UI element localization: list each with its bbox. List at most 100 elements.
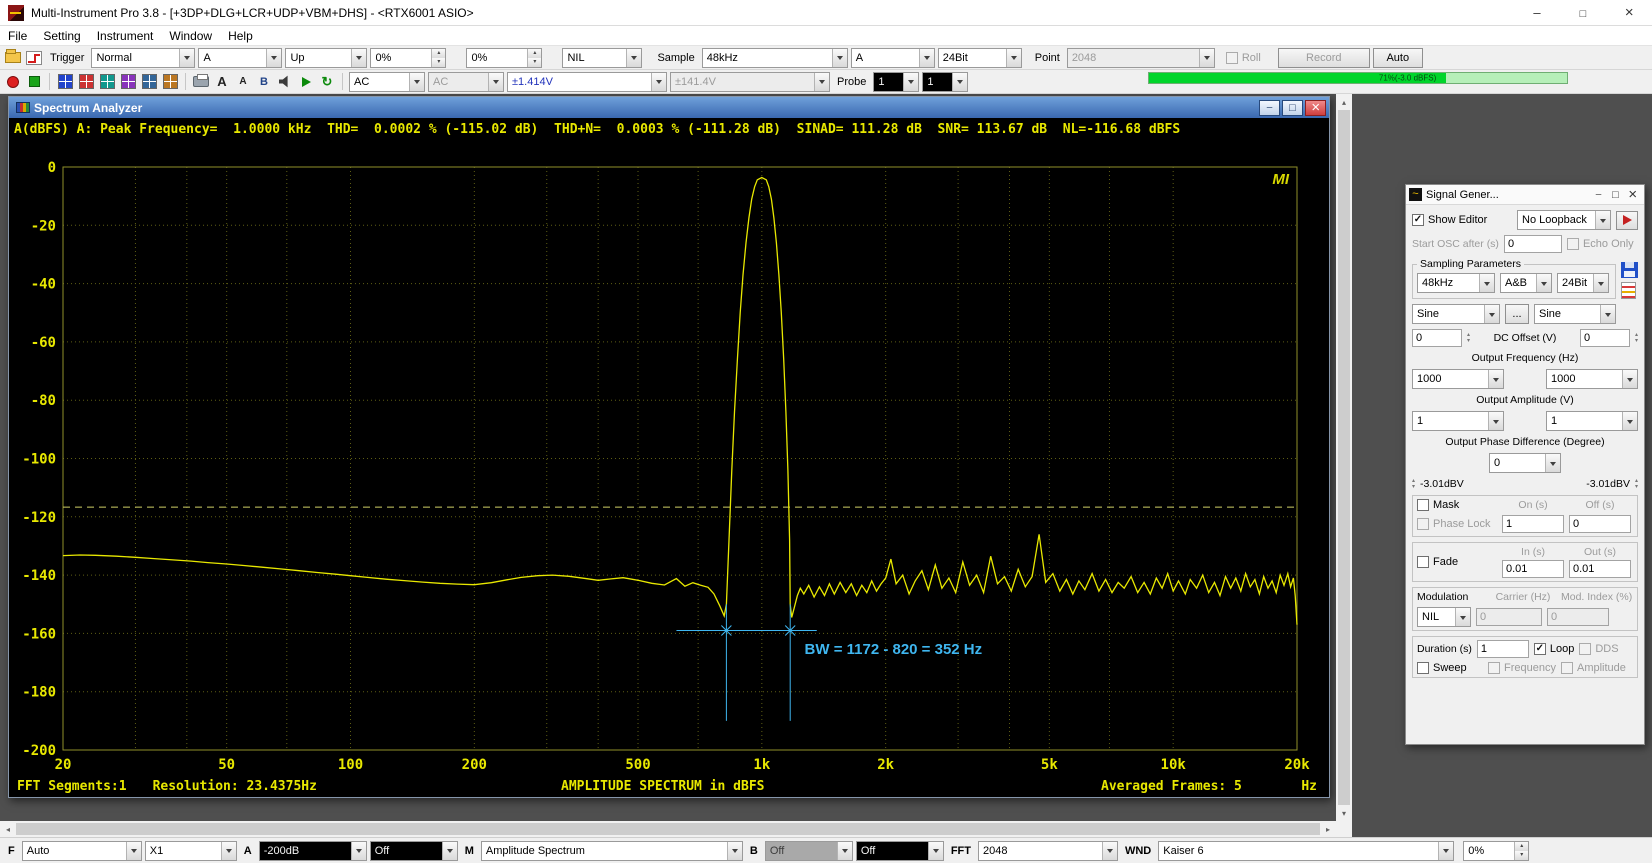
trigger-edge-select[interactable]: Up bbox=[285, 48, 367, 68]
record-points-select[interactable]: 2048 bbox=[1067, 48, 1215, 68]
derived-data-icon[interactable] bbox=[161, 73, 179, 91]
record-icon[interactable] bbox=[4, 73, 22, 91]
spin-up-icon[interactable] bbox=[528, 49, 541, 58]
b-extra-select[interactable]: Off bbox=[856, 841, 944, 861]
carrier-input[interactable] bbox=[1476, 608, 1542, 626]
waveform-a-select[interactable]: Sine bbox=[1412, 304, 1500, 324]
show-editor-checkbox[interactable]: Show Editor bbox=[1412, 214, 1487, 226]
coupling-b-select[interactable]: AC bbox=[428, 72, 504, 92]
oscilloscope-icon[interactable] bbox=[77, 73, 95, 91]
loopback-icon[interactable]: ↻ bbox=[318, 73, 336, 91]
signal-generator-titlebar[interactable]: ~ Signal Gener... bbox=[1406, 185, 1644, 205]
spectrum-plot[interactable]: 0-20-40-60-80-100-120-140-160-180-200205… bbox=[9, 140, 1329, 775]
close-button[interactable] bbox=[1305, 100, 1326, 116]
probe-a-select[interactable]: 1 bbox=[873, 72, 919, 92]
scrollbar-thumb[interactable] bbox=[1338, 110, 1350, 805]
a-range-select[interactable]: -200dB bbox=[259, 841, 367, 861]
label-icon[interactable]: B bbox=[255, 73, 273, 91]
start-osc-input[interactable] bbox=[1504, 235, 1562, 253]
fade-in-input[interactable] bbox=[1502, 560, 1564, 578]
spin-down-icon[interactable] bbox=[1515, 851, 1528, 860]
print-icon[interactable] bbox=[192, 73, 210, 91]
trigger-mode-select[interactable]: Normal bbox=[91, 48, 195, 68]
multimeter-icon[interactable] bbox=[56, 73, 74, 91]
fade-out-input[interactable] bbox=[1569, 560, 1631, 578]
mask-off-input[interactable] bbox=[1569, 515, 1631, 533]
scroll-left-icon[interactable]: ◂ bbox=[0, 821, 16, 837]
spin-down-icon[interactable] bbox=[528, 58, 541, 67]
scrollbar-thumb[interactable] bbox=[16, 823, 1320, 835]
gen-channel-select[interactable]: A&B bbox=[1500, 273, 1552, 293]
sound-icon[interactable] bbox=[276, 73, 294, 91]
auto-button[interactable]: Auto bbox=[1373, 48, 1423, 68]
scroll-down-icon[interactable]: ▾ bbox=[1336, 805, 1352, 821]
scroll-up-icon[interactable]: ▴ bbox=[1336, 94, 1352, 110]
waveform-b-select[interactable]: Sine bbox=[1534, 304, 1616, 324]
dc-offset-b-input[interactable] bbox=[1580, 329, 1630, 347]
trigger-source-select[interactable]: A bbox=[198, 48, 282, 68]
hot-panel-icon[interactable] bbox=[1621, 282, 1636, 299]
phase-select[interactable]: 0 bbox=[1489, 453, 1561, 473]
frequency-axis-select[interactable]: Auto bbox=[22, 841, 142, 861]
duration-input[interactable] bbox=[1477, 640, 1529, 658]
sweep-checkbox[interactable]: Sweep bbox=[1417, 662, 1483, 674]
trigger-level-spinner[interactable]: 0% bbox=[370, 48, 446, 68]
minimize-button[interactable] bbox=[1514, 0, 1560, 25]
range-a-select[interactable]: ±1.414V bbox=[507, 72, 667, 92]
mask-on-input[interactable] bbox=[1502, 515, 1564, 533]
dc-offset-a-spinner[interactable] bbox=[1467, 332, 1470, 344]
display-mode-select[interactable]: Amplitude Spectrum bbox=[481, 841, 743, 861]
close-button[interactable] bbox=[1606, 0, 1652, 25]
coupling-a-select[interactable]: AC bbox=[349, 72, 425, 92]
zoom-select[interactable]: X1 bbox=[145, 841, 237, 861]
dc-offset-a-input[interactable] bbox=[1412, 329, 1462, 347]
fft-size-select[interactable]: 2048 bbox=[978, 841, 1118, 861]
a-extra-select[interactable]: Off bbox=[370, 841, 458, 861]
loop-checkbox[interactable]: Loop bbox=[1534, 643, 1574, 655]
range-b-select[interactable]: ±141.4V bbox=[670, 72, 830, 92]
sweep-amplitude-checkbox[interactable]: Amplitude bbox=[1561, 662, 1626, 674]
menu-instrument[interactable]: Instrument bbox=[89, 29, 162, 43]
menu-setting[interactable]: Setting bbox=[35, 29, 88, 43]
sample-channel-select[interactable]: A bbox=[851, 48, 935, 68]
output-start-button[interactable] bbox=[1616, 211, 1638, 230]
maximize-button[interactable] bbox=[1607, 187, 1624, 202]
spin-up-icon[interactable] bbox=[1515, 842, 1528, 851]
scroll-right-icon[interactable]: ▸ bbox=[1320, 821, 1336, 837]
sweep-frequency-checkbox[interactable]: Frequency bbox=[1488, 662, 1556, 674]
frequency-b-select[interactable]: 1000 bbox=[1546, 369, 1638, 389]
mask-checkbox[interactable]: Mask bbox=[1417, 499, 1497, 511]
roll-checkbox[interactable]: Roll bbox=[1226, 52, 1261, 64]
b-range-select[interactable]: Off bbox=[765, 841, 853, 861]
window-function-select[interactable]: Kaiser 6 bbox=[1158, 841, 1454, 861]
maximize-button[interactable] bbox=[1560, 0, 1606, 25]
stop-icon[interactable] bbox=[25, 73, 43, 91]
menu-file[interactable]: File bbox=[0, 29, 35, 43]
echo-only-checkbox[interactable]: Echo Only bbox=[1567, 238, 1634, 250]
sample-rate-select[interactable]: 48kHz bbox=[702, 48, 848, 68]
spectrum-analyzer-toolbar-icon[interactable] bbox=[98, 73, 116, 91]
record-button[interactable]: Record bbox=[1278, 48, 1370, 68]
fine-adjust-a-spinner[interactable] bbox=[1412, 478, 1415, 490]
data-logger-icon[interactable] bbox=[140, 73, 158, 91]
close-button[interactable] bbox=[1624, 187, 1641, 202]
menu-help[interactable]: Help bbox=[220, 29, 261, 43]
minimize-button[interactable] bbox=[1590, 187, 1607, 202]
loopback-select[interactable]: No Loopback bbox=[1517, 210, 1611, 230]
dc-offset-b-spinner[interactable] bbox=[1635, 332, 1638, 344]
save-icon[interactable] bbox=[1621, 262, 1638, 278]
restore-button[interactable] bbox=[1282, 100, 1303, 116]
more-options-button[interactable]: ... bbox=[1505, 304, 1529, 324]
open-file-icon[interactable] bbox=[4, 49, 22, 67]
frequency-a-select[interactable]: 1000 bbox=[1412, 369, 1504, 389]
phase-lock-checkbox[interactable]: Phase Lock bbox=[1417, 518, 1497, 530]
play-icon[interactable] bbox=[297, 73, 315, 91]
spin-up-icon[interactable] bbox=[432, 49, 445, 58]
amplitude-b-select[interactable]: 1 bbox=[1546, 411, 1638, 431]
gen-bit-depth-select[interactable]: 24Bit bbox=[1557, 273, 1609, 293]
gen-sample-rate-select[interactable]: 48kHz bbox=[1417, 273, 1495, 293]
bit-depth-select[interactable]: 24Bit bbox=[938, 48, 1022, 68]
spectrogram-icon[interactable] bbox=[119, 73, 137, 91]
increase-font-icon[interactable]: A bbox=[213, 73, 231, 91]
vertical-scrollbar[interactable]: ▴ ▾ bbox=[1336, 94, 1352, 821]
